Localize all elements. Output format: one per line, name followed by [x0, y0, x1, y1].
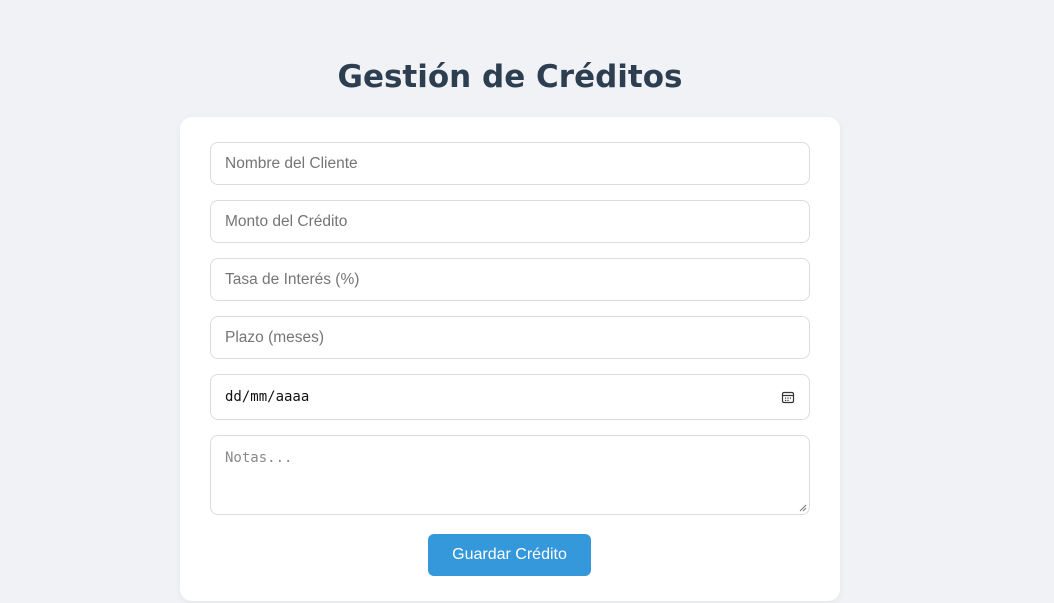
term-months-input[interactable]: Plazo (meses) — [210, 316, 810, 359]
credit-amount-placeholder: Monto del Crédito — [225, 212, 348, 230]
interest-rate-placeholder: Tasa de Interés (%) — [225, 270, 360, 288]
notes-textarea[interactable]: Notas... — [210, 435, 810, 515]
save-credit-button[interactable]: Guardar Crédito — [428, 534, 591, 576]
term-months-placeholder: Plazo (meses) — [225, 328, 325, 346]
resize-handle-icon[interactable] — [799, 504, 807, 512]
credit-form-card: Nombre del Cliente Monto del Crédito Tas… — [180, 117, 840, 601]
date-input[interactable]: dd/mm/aaaa — [210, 374, 810, 420]
client-name-input[interactable]: Nombre del Cliente — [210, 142, 810, 185]
interest-rate-input[interactable]: Tasa de Interés (%) — [210, 258, 810, 301]
client-name-placeholder: Nombre del Cliente — [225, 154, 358, 172]
notes-placeholder: Notas... — [225, 450, 293, 466]
page-title: Gestión de Créditos — [337, 59, 683, 95]
calendar-icon[interactable] — [781, 390, 795, 404]
date-placeholder: dd/mm/aaaa — [225, 389, 310, 405]
credit-amount-input[interactable]: Monto del Crédito — [210, 200, 810, 243]
